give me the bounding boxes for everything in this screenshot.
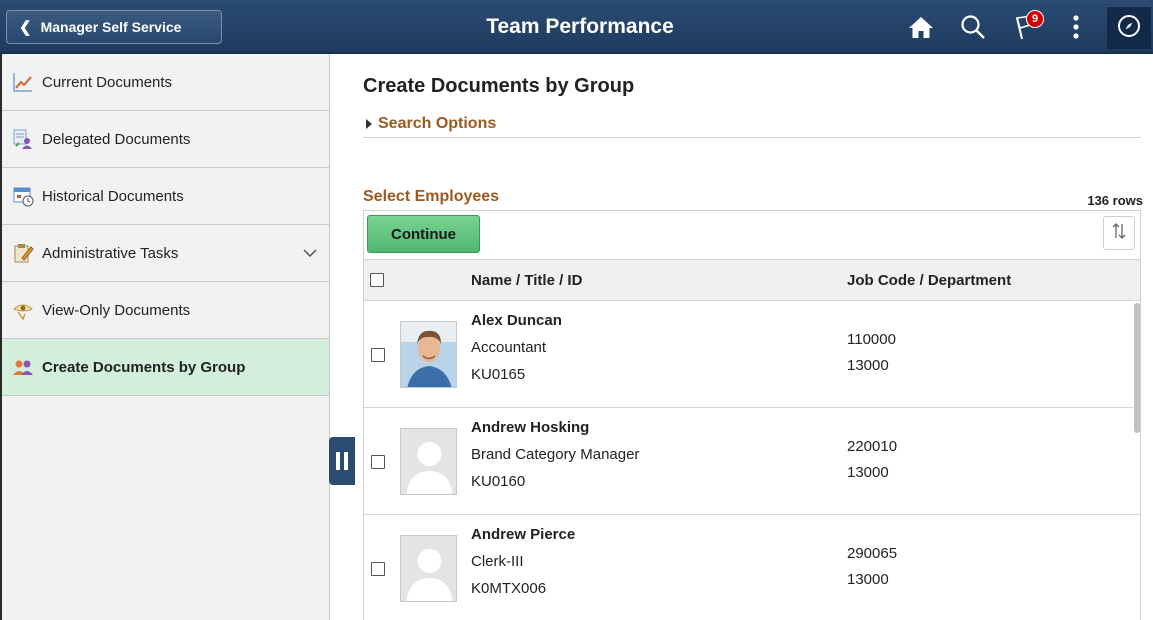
sidebar-item-delegated-documents[interactable]: Delegated Documents	[2, 111, 329, 168]
notification-badge: 9	[1026, 10, 1044, 28]
employee-name: Alex Duncan	[471, 312, 562, 329]
more-icon[interactable]	[1058, 10, 1094, 44]
row-checkbox[interactable]	[371, 348, 385, 362]
app-root: ❮ Manager Self Service Team Performance …	[0, 0, 1153, 620]
sidebar-item-view-only-documents[interactable]: View-Only Documents	[2, 282, 329, 339]
sort-arrows-icon	[1111, 222, 1127, 245]
chevron-down-icon[interactable]	[303, 245, 317, 262]
side-navigation: Current Documents Delegated Documents Hi…	[0, 54, 330, 620]
clipboard-pencil-icon	[12, 242, 34, 264]
job-code: 290065	[847, 545, 898, 562]
employee-name: Andrew Hosking	[471, 419, 590, 436]
sidebar-item-create-documents-by-group[interactable]: Create Documents by Group	[2, 339, 329, 396]
pause-bar-icon	[344, 452, 348, 470]
job-code: 220010	[847, 438, 898, 455]
home-icon[interactable]	[903, 10, 939, 44]
sidebar-item-label: Administrative Tasks	[42, 244, 179, 262]
employee-title: Clerk-III	[471, 553, 524, 570]
row-checkbox[interactable]	[371, 455, 385, 469]
department: 13000	[847, 571, 889, 588]
navbar-compass-icon	[1117, 14, 1141, 43]
line-chart-icon	[12, 71, 34, 93]
job-code: 110000	[847, 331, 896, 348]
column-header-name: Name / Title / ID	[471, 272, 583, 289]
flag-icon[interactable]: 9	[1008, 10, 1044, 44]
table-row[interactable]: Andrew Pierce Clerk-III K0MTX006 290065 …	[364, 515, 1140, 620]
employee-title: Accountant	[471, 339, 547, 356]
search-options-label: Search Options	[378, 115, 497, 132]
sidebar-item-label: Historical Documents	[42, 187, 184, 205]
sidebar-item-current-documents[interactable]: Current Documents	[2, 54, 329, 111]
header-banner: ❮ Manager Self Service Team Performance …	[0, 0, 1153, 54]
employee-name: Andrew Pierce	[471, 526, 576, 543]
grid-toolbar: Continue	[364, 211, 1140, 259]
sidebar-item-label: Current Documents	[42, 73, 173, 91]
section-title: Select Employees	[363, 188, 500, 205]
department: 13000	[847, 464, 889, 481]
page-header-title: Team Performance	[486, 15, 674, 38]
sidebar-item-administrative-tasks[interactable]: Administrative Tasks	[2, 225, 329, 282]
search-icon[interactable]	[955, 10, 991, 44]
table-row[interactable]: Alex Duncan Accountant KU0165 110000 130…	[364, 301, 1140, 408]
employee-id: KU0160	[471, 473, 526, 490]
row-count: 136 rows	[1087, 193, 1143, 208]
back-button[interactable]: ❮ Manager Self Service	[6, 10, 222, 44]
calendar-clock-icon	[12, 185, 34, 207]
sidebar-item-label: Create Documents by Group	[42, 358, 246, 376]
row-checkbox[interactable]	[371, 562, 385, 576]
navbar-button[interactable]	[1107, 7, 1151, 49]
page-title: Create Documents by Group	[363, 75, 635, 97]
sort-button[interactable]	[1103, 216, 1135, 250]
employee-id: K0MTX006	[471, 580, 547, 597]
select-all-checkbox[interactable]	[370, 273, 384, 287]
group-people-icon	[12, 356, 34, 378]
employee-title: Brand Category Manager	[471, 446, 640, 463]
sidebar-item-label: View-Only Documents	[42, 301, 191, 319]
delegated-people-icon	[12, 128, 34, 150]
collapse-panel-button[interactable]	[329, 437, 355, 485]
grid-header: Name / Title / ID Job Code / Department	[364, 259, 1140, 301]
employee-photo	[400, 321, 457, 388]
sidebar-item-label: Delegated Documents	[42, 130, 191, 148]
search-options-toggle[interactable]: Search Options	[366, 115, 496, 133]
table-row[interactable]: Andrew Hosking Brand Category Manager KU…	[364, 408, 1140, 515]
employee-id: KU0165	[471, 366, 526, 383]
placeholder-avatar-icon	[400, 535, 457, 602]
continue-button[interactable]: Continue	[367, 215, 480, 253]
grid-scrollbar[interactable]	[1134, 303, 1140, 433]
placeholder-avatar-icon	[400, 428, 457, 495]
hand-eye-icon	[12, 299, 34, 321]
column-header-job: Job Code / Department	[847, 272, 1012, 289]
department: 13000	[847, 357, 889, 374]
sidebar-item-historical-documents[interactable]: Historical Documents	[2, 168, 329, 225]
pause-bar-icon	[336, 452, 340, 470]
chevron-left-icon: ❮	[19, 19, 32, 36]
divider	[363, 137, 1141, 138]
employee-grid: Continue Name / Title / ID Job Code / De…	[363, 210, 1141, 620]
expand-triangle-icon	[366, 119, 372, 129]
back-button-label: Manager Self Service	[40, 19, 182, 35]
